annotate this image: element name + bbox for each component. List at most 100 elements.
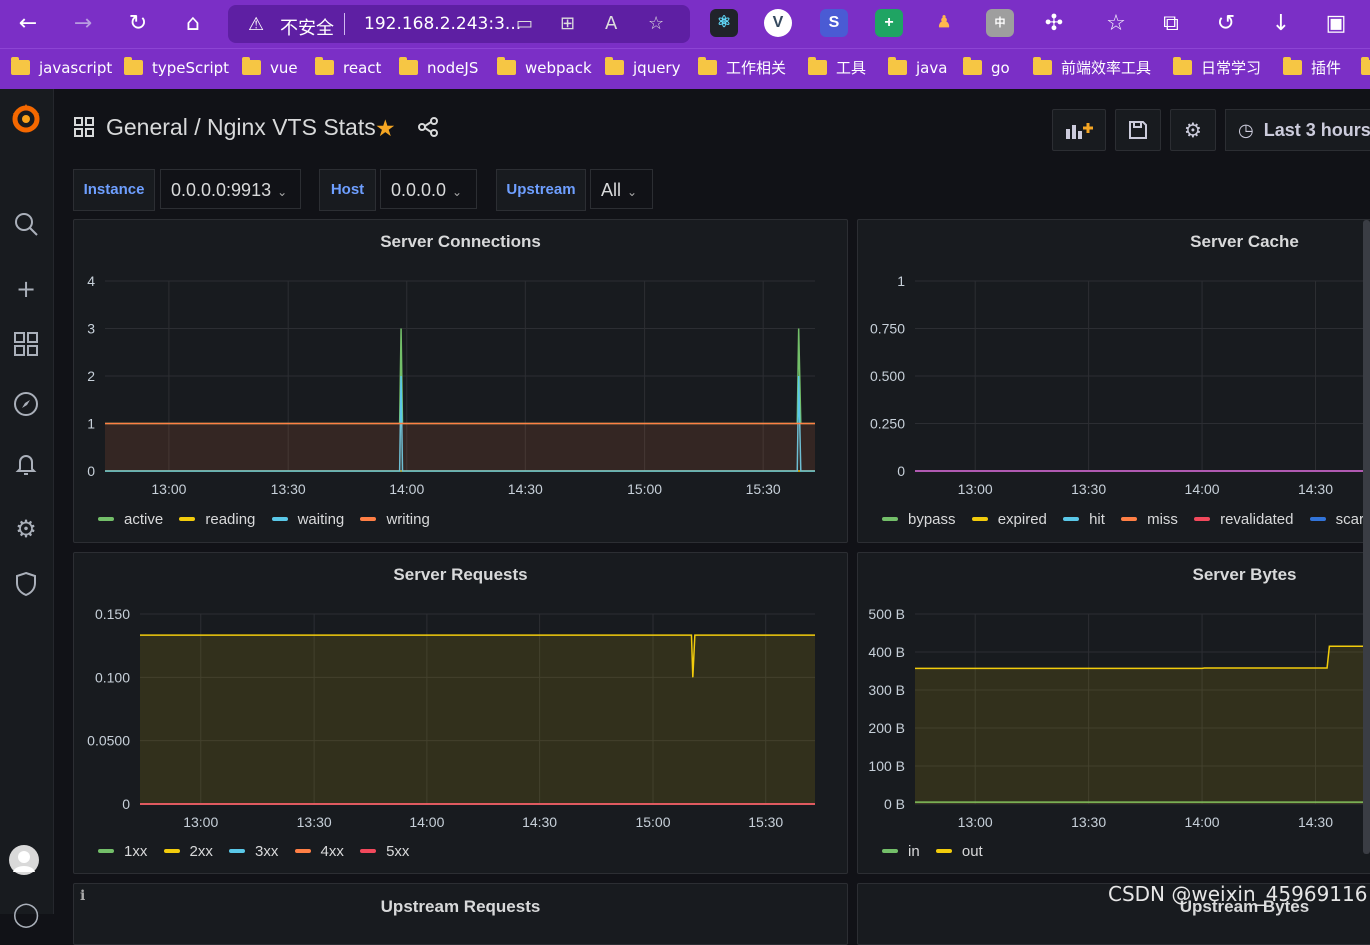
url-text[interactable]: 192.168.2.243:3... bbox=[364, 14, 521, 34]
panel-server-connections[interactable]: Server Connections 0 1 2 3 4 13:00 13:30 14:00 1… bbox=[73, 219, 848, 543]
cast-icon[interactable]: ▭ bbox=[516, 13, 533, 34]
save-dashboard-button[interactable] bbox=[1115, 109, 1161, 151]
side-menu: + ⚙ ◯ bbox=[0, 89, 54, 928]
read-aloud-icon[interactable]: A bbox=[605, 13, 617, 34]
bookmark-folder[interactable] bbox=[1361, 57, 1370, 80]
legend-item[interactable]: active bbox=[98, 511, 163, 528]
clock-icon: ◷ bbox=[1238, 120, 1254, 141]
panel-upstream-requests[interactable]: i Upstream Requests bbox=[73, 883, 848, 945]
y-tick-label: 1 bbox=[897, 273, 905, 289]
legend-item[interactable]: out bbox=[935, 843, 983, 860]
x-tick-label: 14:30 bbox=[508, 481, 543, 497]
legend-item[interactable]: 2xx bbox=[163, 843, 213, 860]
variable-select-host[interactable]: 0.0.0.0 ⌄ bbox=[380, 169, 477, 209]
panel-server-cache[interactable]: Server Cache 0 0.250 0.500 0.750 1 13:00 13:30… bbox=[857, 219, 1370, 543]
legend-item[interactable]: 5xx bbox=[360, 843, 409, 860]
grafana-logo-icon[interactable] bbox=[7, 101, 45, 139]
folder-icon bbox=[124, 57, 143, 75]
refresh-icon[interactable]: ↻ bbox=[122, 8, 154, 40]
bookmark-folder[interactable]: jquery bbox=[605, 57, 680, 80]
legend-item[interactable]: in bbox=[882, 843, 920, 860]
bookmark-folder[interactable]: react bbox=[315, 57, 381, 80]
bookmark-folder[interactable]: 插件 bbox=[1283, 57, 1341, 80]
bookmark-folder[interactable]: javascript bbox=[11, 57, 112, 80]
add-panel-button[interactable] bbox=[1052, 109, 1106, 151]
legend-item[interactable]: writing bbox=[360, 511, 430, 528]
page-scrollbar[interactable] bbox=[1363, 220, 1370, 854]
forward-icon[interactable]: → bbox=[67, 8, 99, 40]
bookmark-folder[interactable]: typeScript bbox=[124, 57, 229, 80]
chart-server-connections: 0 1 2 3 4 13:00 13:30 14:00 14:30 15:00 15:30 bbox=[87, 273, 815, 497]
variable-value: All bbox=[601, 180, 622, 200]
legend-item[interactable]: 4xx bbox=[294, 843, 344, 860]
dashboard-settings-button[interactable]: ⚙ bbox=[1170, 109, 1216, 151]
x-tick-label: 15:00 bbox=[627, 481, 662, 497]
sheet-extension-icon[interactable]: + bbox=[875, 9, 903, 37]
help-icon[interactable]: ◯ bbox=[7, 895, 45, 933]
address-bar[interactable]: ⚠ 不安全 192.168.2.243:3... ▭ ⊞ A ☆ bbox=[228, 5, 690, 43]
bookmark-folder[interactable]: nodeJS bbox=[399, 57, 478, 80]
bookmark-folder[interactable]: 日常学习 bbox=[1173, 57, 1261, 80]
panel-title[interactable]: Upstream Requests bbox=[74, 897, 847, 917]
x-tick-label: 13:00 bbox=[151, 481, 186, 497]
math-extension-icon[interactable]: ▣ bbox=[1320, 8, 1352, 40]
legend-item[interactable]: reading bbox=[179, 511, 255, 528]
legend-item[interactable]: revalidated bbox=[1194, 511, 1293, 528]
dashboards-icon[interactable] bbox=[7, 330, 45, 368]
legend-item[interactable]: 3xx bbox=[229, 843, 278, 860]
person-extension-icon[interactable]: ♟ bbox=[930, 9, 958, 37]
react-devtools-icon[interactable]: ⚛ bbox=[710, 9, 738, 37]
variable-select-upstream[interactable]: All ⌄ bbox=[590, 169, 653, 209]
y-tick-label: 0 bbox=[122, 796, 130, 812]
folder-icon bbox=[399, 57, 418, 75]
time-range-picker[interactable]: ◷ Last 3 hours bbox=[1225, 109, 1370, 151]
share-icon[interactable] bbox=[417, 116, 439, 144]
legend-item[interactable]: expired bbox=[971, 511, 1047, 528]
bookmark-folder[interactable]: 工作相关 bbox=[698, 57, 786, 80]
breadcrumb-folder[interactable]: General bbox=[106, 114, 188, 140]
bookmark-folder[interactable]: 工具 bbox=[808, 57, 866, 80]
search-icon[interactable] bbox=[7, 210, 45, 248]
x-tick-label: 14:30 bbox=[1298, 481, 1333, 497]
address-divider bbox=[344, 13, 345, 35]
home-icon[interactable]: ⌂ bbox=[177, 8, 209, 40]
bookmark-folder[interactable]: vue bbox=[242, 57, 298, 80]
folder-icon bbox=[1283, 57, 1302, 75]
legend-item[interactable]: scar bbox=[1309, 511, 1364, 528]
legend-item[interactable]: waiting bbox=[271, 511, 344, 528]
back-icon[interactable]: ← bbox=[12, 8, 44, 40]
legend-item[interactable]: hit bbox=[1063, 511, 1105, 528]
configuration-gear-icon[interactable]: ⚙ bbox=[7, 510, 45, 548]
bookmark-folder[interactable]: 前端效率工具 bbox=[1033, 57, 1151, 80]
legend-item[interactable]: bypass bbox=[882, 511, 956, 528]
explore-compass-icon[interactable] bbox=[7, 390, 45, 428]
alerting-bell-icon[interactable] bbox=[7, 450, 45, 488]
bookmark-folder[interactable]: java bbox=[888, 57, 947, 80]
user-avatar[interactable] bbox=[9, 845, 39, 875]
bookmark-folder[interactable]: go bbox=[963, 57, 1010, 80]
extensions-icon[interactable]: ✣ bbox=[1038, 8, 1070, 40]
legend-item[interactable]: 1xx bbox=[98, 843, 147, 860]
panel-server-bytes[interactable]: Server Bytes 0 B 100 B 200 B 300 B 400 B 500 … bbox=[857, 552, 1370, 874]
save-icon bbox=[1129, 121, 1147, 139]
translate-extension-icon[interactable]: 中 bbox=[986, 9, 1014, 37]
server-admin-shield-icon[interactable] bbox=[7, 570, 45, 608]
s-extension-icon[interactable]: S bbox=[820, 9, 848, 37]
history-icon[interactable]: ↺ bbox=[1210, 8, 1242, 40]
apps-icon[interactable]: ⊞ bbox=[560, 13, 575, 34]
legend-item[interactable]: miss bbox=[1121, 511, 1178, 528]
dashboard-title[interactable]: Nginx VTS Stats bbox=[207, 114, 376, 140]
star-favorite-icon[interactable]: ★ bbox=[375, 116, 396, 142]
y-tick-label: 0.500 bbox=[870, 368, 905, 384]
vue-devtools-icon[interactable]: V bbox=[764, 9, 792, 37]
folder-icon bbox=[1173, 57, 1192, 75]
collections-icon[interactable]: ⧉ bbox=[1155, 8, 1187, 40]
bookmark-folder[interactable]: webpack bbox=[497, 57, 592, 80]
download-icon[interactable]: ↓ bbox=[1265, 8, 1297, 40]
variable-select-instance[interactable]: 0.0.0.0:9913 ⌄ bbox=[160, 169, 301, 209]
favorites-icon[interactable]: ☆ bbox=[1100, 8, 1132, 40]
favorite-add-icon[interactable]: ☆ bbox=[648, 13, 664, 34]
panel-server-requests[interactable]: Server Requests 0 0.0500 0.100 0.150 13:00 13… bbox=[73, 552, 848, 874]
time-range-label: Last 3 hours bbox=[1263, 120, 1370, 140]
create-plus-icon[interactable]: + bbox=[7, 270, 45, 308]
